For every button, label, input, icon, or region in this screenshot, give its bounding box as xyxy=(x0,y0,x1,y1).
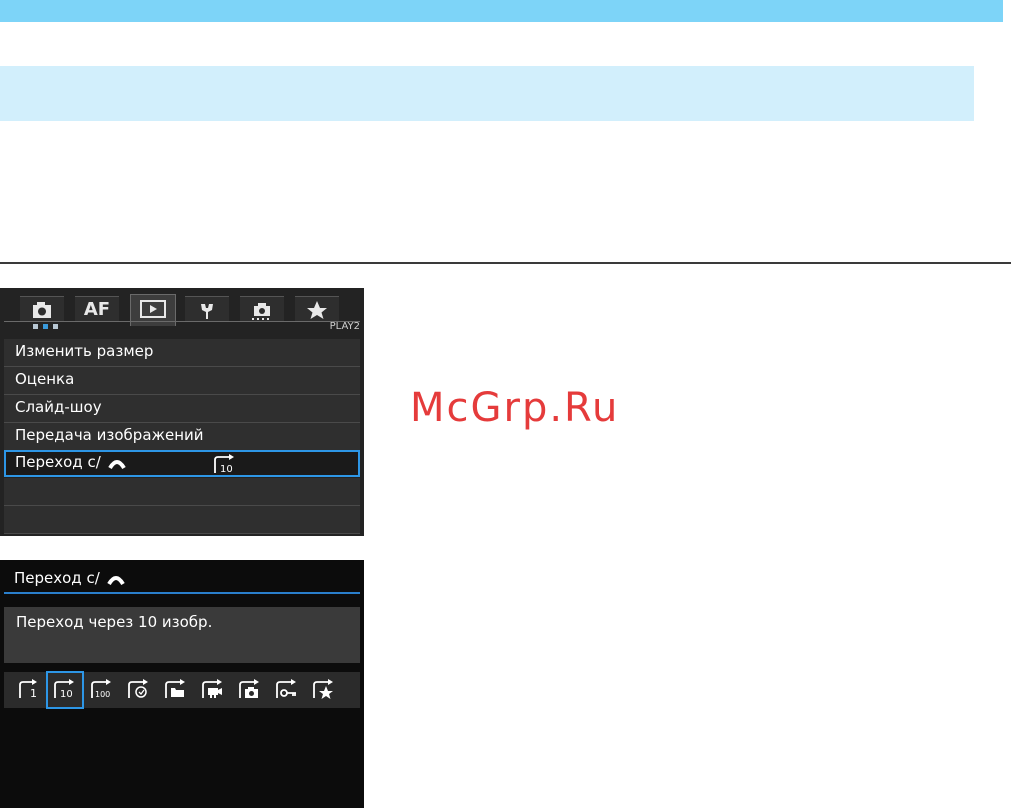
menu-item-image-transfer[interactable]: Передача изображений xyxy=(4,423,360,451)
jump-folder-icon xyxy=(165,679,185,698)
header-bar xyxy=(0,0,1011,22)
jump-option-10[interactable]: 10 xyxy=(46,671,84,709)
section-divider xyxy=(0,262,1011,264)
svg-text:10: 10 xyxy=(220,464,233,474)
menu-item-slideshow[interactable]: Слайд-шоу xyxy=(4,395,360,423)
jump-10-icon: 10 xyxy=(54,679,74,700)
menu-tabs: AF xyxy=(10,294,354,326)
menu-item-label: Переход с/ xyxy=(15,453,126,471)
menu-item-label: Слайд-шоу xyxy=(15,398,102,416)
playback-menu-screen: AF PLAY2 Изменить размер Оценка Слайд-шо… xyxy=(0,288,364,536)
jump-100-icon: 100 xyxy=(91,679,111,699)
jump-rating-icon xyxy=(313,679,333,699)
jump-option-movies[interactable] xyxy=(195,672,231,708)
tab-my-menu[interactable] xyxy=(295,296,339,322)
main-dial-icon xyxy=(106,575,125,585)
watermark: McGrp.Ru xyxy=(410,385,620,431)
jump-description-box: Переход через 10 изобр. xyxy=(4,607,360,663)
jump-option-rating[interactable] xyxy=(306,672,342,708)
jump-option-stills[interactable] xyxy=(232,672,268,708)
tab-setup[interactable] xyxy=(185,296,229,322)
jump-option-date[interactable] xyxy=(121,672,157,708)
custom-function-icon xyxy=(252,303,270,320)
subheader-bar xyxy=(0,66,974,121)
menu-page-label: PLAY2 xyxy=(329,321,360,332)
jump-option-folder[interactable] xyxy=(158,672,194,708)
jump-date-icon xyxy=(128,679,148,698)
jump-option-protected[interactable] xyxy=(269,672,305,708)
main-dial-icon xyxy=(107,459,126,469)
svg-text:10: 10 xyxy=(60,689,73,700)
menu-item-resize[interactable]: Изменить размер xyxy=(4,339,360,367)
menu-item-rating[interactable]: Оценка xyxy=(4,367,360,395)
title-underline xyxy=(4,592,360,594)
menu-item-image-jump[interactable]: Переход с/ 10 xyxy=(4,450,360,477)
jump-still-icon xyxy=(239,679,259,698)
screen-title-text: Переход с/ xyxy=(14,569,100,587)
tab-underline xyxy=(4,321,360,322)
svg-text:100: 100 xyxy=(95,690,110,699)
header-bar-notch xyxy=(1003,0,1011,22)
jump-description: Переход через 10 изобр. xyxy=(16,613,213,631)
jump-option-100[interactable]: 100 xyxy=(84,672,120,708)
wrench-icon xyxy=(201,304,213,319)
jump-1-icon: 1 xyxy=(19,679,37,700)
menu-item-label: Изменить размер xyxy=(15,342,154,360)
svg-text:1: 1 xyxy=(30,687,37,700)
star-icon xyxy=(307,301,327,319)
jump-movie-icon xyxy=(202,679,222,698)
menu-item-empty xyxy=(4,506,360,534)
page-dot xyxy=(53,324,58,329)
jump-options-bar: 1 10 100 xyxy=(4,671,360,709)
camera-icon xyxy=(33,302,51,318)
jump-10-icon: 10 xyxy=(214,454,234,474)
image-jump-screen: Переход с/ Переход через 10 изобр. 1 10 … xyxy=(0,560,364,808)
menu-item-empty xyxy=(4,478,360,506)
jump-protect-icon xyxy=(276,679,296,698)
page-dot xyxy=(33,324,38,329)
menu-item-label: Оценка xyxy=(15,370,75,388)
menu-item-label: Передача изображений xyxy=(15,426,204,444)
screen-title: Переход с/ xyxy=(14,569,125,587)
jump-option-1[interactable]: 1 xyxy=(12,672,48,708)
page-dot-active xyxy=(43,324,48,329)
tab-custom-functions[interactable] xyxy=(240,296,284,322)
tab-shooting[interactable] xyxy=(20,296,64,322)
tab-af-label: AF xyxy=(83,299,111,320)
menu-item-label-text: Переход с/ xyxy=(15,453,101,471)
tab-af[interactable]: AF xyxy=(75,296,119,322)
